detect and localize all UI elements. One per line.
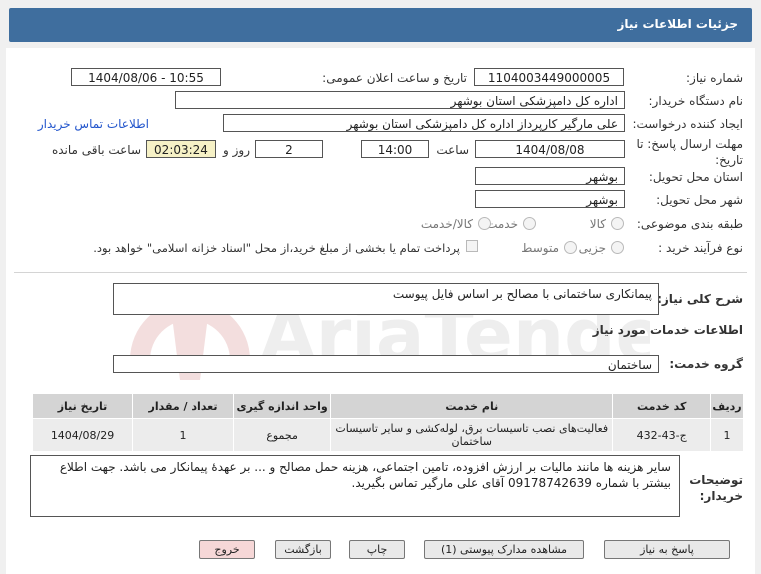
exit-button[interactable]: خروج — [199, 540, 255, 559]
buyer-org-field: اداره کل دامپزشکی استان بوشهر — [175, 91, 625, 109]
process-label: نوع فرآیند خرید : — [658, 241, 743, 255]
need-number-label: شماره نیاز: — [686, 71, 743, 85]
cell-qty: 1 — [132, 418, 235, 452]
table-header-row: ردیف کد خدمت نام خدمت واحد اندازه گیری ت… — [31, 393, 744, 419]
view-docs-button[interactable]: مشاهده مدارک پیوستی (1) — [424, 540, 584, 559]
print-button[interactable]: چاپ — [349, 540, 405, 559]
buyer-org-label: نام دستگاه خریدار: — [648, 94, 744, 108]
deadline-time-field: 14:00 — [361, 140, 429, 158]
category-label: طبقه بندی موضوعی: — [636, 217, 743, 231]
table-row: 1 ج-43-432 فعالیت‌های نصب تاسیسات برق، ل… — [31, 418, 744, 452]
days-field: 2 — [255, 140, 323, 158]
divider — [14, 272, 747, 273]
process-option-minor: جزیی — [578, 241, 606, 255]
contact-info-link[interactable]: اطلاعات تماس خریدار — [38, 117, 149, 131]
category-radio-service[interactable] — [523, 217, 536, 230]
cell-unit: مجموع — [233, 418, 332, 452]
page-title: جزئیات اطلاعات نیاز — [617, 17, 738, 31]
col-index: ردیف — [710, 393, 744, 419]
back-button[interactable]: بازگشت — [275, 540, 331, 559]
process-radio-medium[interactable] — [564, 241, 577, 254]
city-label: شهر محل تحویل: — [656, 193, 743, 207]
deadline-date-field: 1404/08/08 — [475, 140, 625, 158]
col-unit: واحد اندازه گیری — [233, 393, 332, 419]
time-label: ساعت — [436, 143, 469, 157]
col-name: نام خدمت — [330, 393, 614, 419]
creator-label: ایجاد کننده درخواست: — [632, 117, 743, 131]
service-group-field: ساختمان — [113, 355, 659, 373]
category-radio-goods-service[interactable] — [478, 217, 491, 230]
cell-index: 1 — [710, 418, 744, 452]
deadline-label: مهلت ارسال پاسخ: تا تاریخ: — [636, 137, 743, 167]
summary-label: شرح کلی نیاز: — [657, 292, 743, 306]
summary-field: پیمانکاری ساختمانی با مصالح بر اساس فایل… — [113, 283, 659, 315]
city-field: بوشهر — [475, 190, 625, 208]
province-field: بوشهر — [475, 167, 625, 185]
reply-button[interactable]: پاسخ به نیاز — [604, 540, 730, 559]
days-label: روز و — [223, 143, 250, 157]
services-table: ردیف کد خدمت نام خدمت واحد اندازه گیری ت… — [31, 393, 744, 452]
buyer-notes-label: توضیحات خریدار: — [689, 473, 743, 503]
remaining-label: ساعت باقی مانده — [51, 143, 141, 157]
col-date: تاریخ نیاز — [31, 393, 134, 419]
creator-field: علی مارگیر کارپرداز اداره کل دامپزشکی اس… — [223, 114, 625, 132]
service-group-label: گروه خدمت: — [669, 357, 743, 371]
col-qty: تعداد / مقدار — [132, 393, 235, 419]
process-option-medium: متوسط — [521, 241, 559, 255]
process-radio-minor[interactable] — [611, 241, 624, 254]
cell-date: 1404/08/29 — [31, 418, 134, 452]
payment-note: پرداخت تمام یا بخشی از مبلغ خرید،از محل … — [93, 241, 460, 255]
announce-field: 1404/08/06 - 10:55 — [71, 68, 221, 86]
province-label: استان محل تحویل: — [648, 170, 743, 184]
category-option-goods-service: کالا/خدمت — [420, 217, 473, 231]
col-code: کد خدمت — [612, 393, 712, 419]
remaining-time-field: 02:03:24 — [146, 140, 216, 158]
treasury-checkbox[interactable] — [466, 240, 478, 252]
cell-code: ج-43-432 — [612, 418, 712, 452]
services-section-title: اطلاعات خدمات مورد نیاز — [592, 323, 743, 337]
category-radio-goods[interactable] — [611, 217, 624, 230]
title-bar: جزئیات اطلاعات نیاز — [9, 8, 752, 42]
cell-name: فعالیت‌های نصب تاسیسات برق، لوله‌کشی و س… — [330, 418, 614, 452]
announce-label: تاریخ و ساعت اعلان عمومی: — [322, 71, 467, 85]
need-number-field: 1104003449000005 — [474, 68, 624, 86]
buyer-notes-field: سایر هزینه ها مانند مالیات بر ارزش افزود… — [30, 455, 680, 517]
category-option-goods: کالا — [589, 217, 606, 231]
